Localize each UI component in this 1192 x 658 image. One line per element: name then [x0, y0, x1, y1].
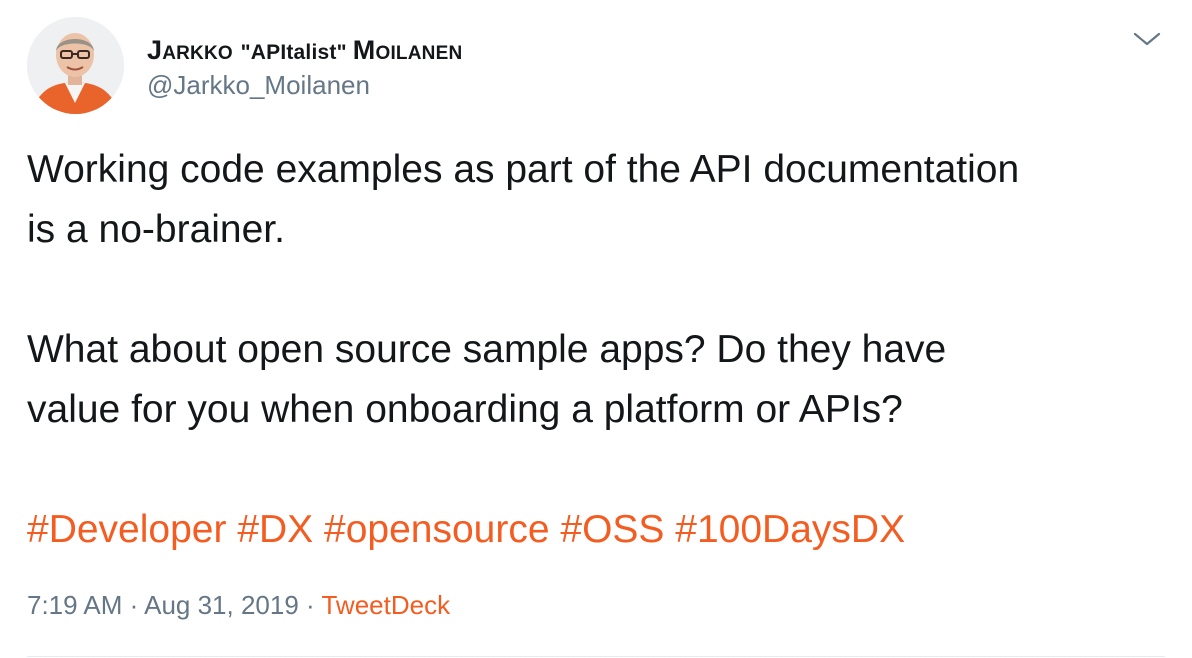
tweet-time[interactable]: 7:19 AM [27, 590, 122, 620]
hashtag-link[interactable]: #Developer [27, 508, 226, 551]
author-name[interactable]: Jarkko "APItalist" Moilanen [147, 35, 462, 66]
author-name-initial: J [147, 35, 163, 65]
author-name-initial: M [352, 35, 376, 65]
meta-separator: · [306, 590, 315, 620]
tweet-text-blank-line [27, 260, 1167, 320]
tweet-text-line: Working code examples as part of the API… [27, 148, 1020, 191]
tweet-date[interactable]: Aug 31, 2019 [144, 590, 299, 620]
chevron-down-icon [1133, 32, 1161, 46]
author-name-first: arkko [162, 35, 241, 65]
meta-separator: · [129, 590, 139, 620]
divider [27, 656, 1165, 657]
author-nickname: "APItalist" [240, 41, 353, 64]
hashtag-link[interactable]: #100DaysDX [675, 508, 905, 551]
hashtag-link[interactable]: #DX [237, 508, 313, 551]
more-options-button[interactable] [1132, 28, 1162, 50]
tweet: Jarkko "APItalist" Moilanen @Jarkko_Moil… [0, 0, 1192, 658]
author-name-last: oilanen [375, 35, 463, 65]
tweet-text-line: is a no-brainer. [27, 208, 285, 251]
tweet-text-line: value for you when onboarding a platform… [27, 388, 903, 431]
avatar[interactable] [27, 17, 124, 114]
hashtag-link[interactable]: #OSS [560, 508, 664, 551]
tweet-metadata: 7:19 AM · Aug 31, 2019 · TweetDeck [27, 590, 450, 621]
tweet-text: Working code examples as part of the API… [27, 140, 1167, 440]
author-handle[interactable]: @Jarkko_Moilanen [147, 70, 370, 101]
avatar-image [27, 17, 124, 114]
hashtag-list: #Developer #DX #opensource #OSS #100Days… [27, 500, 905, 560]
tweet-source-link[interactable]: TweetDeck [321, 590, 450, 620]
tweet-text-line: What about open source sample apps? Do t… [27, 328, 947, 371]
hashtag-link[interactable]: #opensource [324, 508, 550, 551]
